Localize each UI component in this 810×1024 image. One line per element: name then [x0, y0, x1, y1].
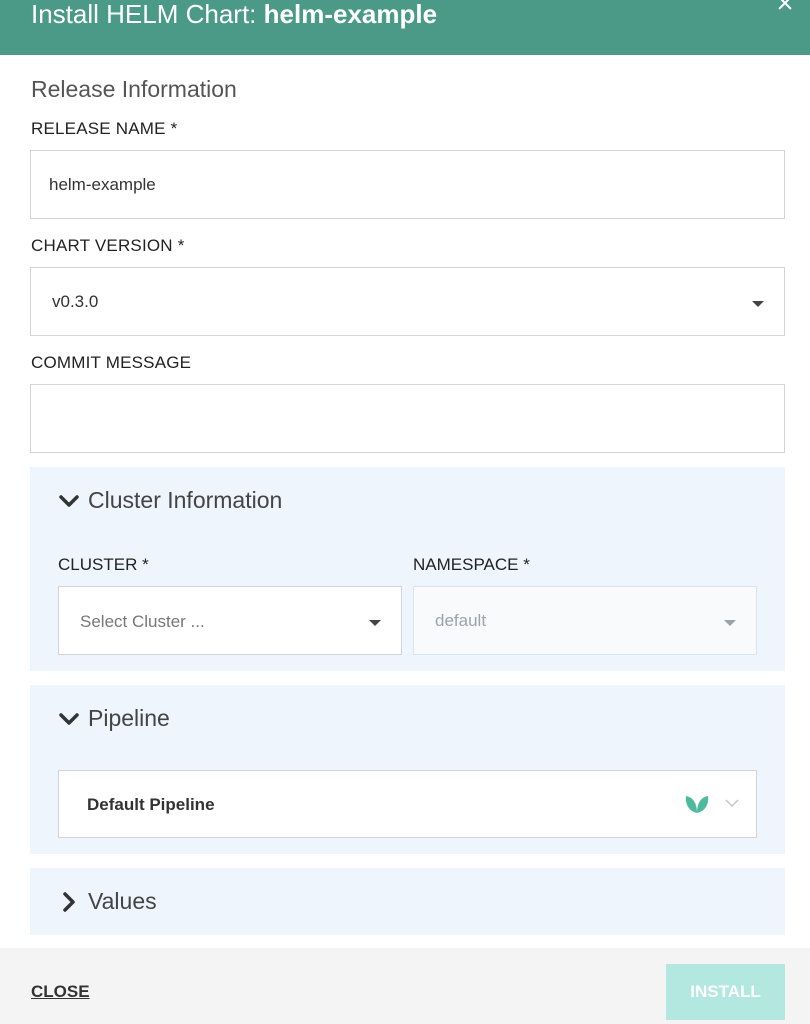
- release-name-label: RELEASE NAME *: [31, 119, 178, 138]
- cluster-info-toggle[interactable]: Cluster Information: [58, 487, 282, 514]
- cluster-info-panel: Cluster Information CLUSTER * Select Clu…: [30, 467, 785, 671]
- caret-down-icon: [752, 301, 764, 307]
- release-section-title: Release Information: [31, 76, 237, 102]
- release-name-value: helm-example: [49, 175, 156, 194]
- namespace-select: default: [413, 586, 757, 655]
- cluster-placeholder: Select Cluster ...: [80, 612, 205, 631]
- chart-version-label: CHART VERSION *: [31, 236, 185, 255]
- cluster-label: CLUSTER *: [58, 555, 149, 574]
- values-toggle[interactable]: Values: [58, 888, 157, 915]
- values-panel: Values: [30, 868, 785, 935]
- values-title: Values: [88, 888, 157, 914]
- pipeline-value: Default Pipeline: [87, 795, 215, 814]
- namespace-label: NAMESPACE *: [413, 555, 530, 574]
- leaf-icon: [685, 796, 709, 813]
- modal-title-prefix: Install HELM Chart:: [31, 0, 264, 29]
- chevron-down-icon[interactable]: [724, 797, 740, 809]
- chevron-right-icon: [63, 891, 75, 912]
- chart-version-value: v0.3.0: [52, 292, 99, 311]
- caret-down-icon: [369, 620, 381, 626]
- chart-version-select[interactable]: v0.3.0: [30, 267, 785, 336]
- pipeline-panel: Pipeline Default Pipeline: [30, 685, 785, 854]
- caret-down-icon: [724, 620, 736, 626]
- cluster-select[interactable]: Select Cluster ...: [58, 586, 402, 655]
- chart-name: helm-example: [263, 0, 438, 29]
- chevron-down-icon: [59, 712, 79, 725]
- commit-message-label: COMMIT MESSAGE: [31, 353, 192, 372]
- namespace-value: default: [435, 611, 487, 630]
- cluster-info-title: Cluster Information: [88, 487, 283, 513]
- modal-header: Install HELM Chart: helm-example: [0, 0, 810, 55]
- pipeline-title: Pipeline: [88, 705, 170, 731]
- modal-footer: CLOSE INSTALL: [0, 948, 810, 1024]
- pipeline-toggle[interactable]: Pipeline: [58, 705, 170, 732]
- release-name-input[interactable]: helm-example: [30, 150, 785, 219]
- commit-message-input[interactable]: [30, 384, 785, 453]
- modal-title: Install HELM Chart: helm-example: [31, 0, 437, 28]
- pipeline-select[interactable]: Default Pipeline: [58, 770, 757, 838]
- install-button[interactable]: INSTALL: [666, 964, 785, 1020]
- close-button[interactable]: CLOSE: [31, 982, 90, 1002]
- close-icon[interactable]: [774, 0, 796, 14]
- chevron-down-icon: [59, 494, 79, 507]
